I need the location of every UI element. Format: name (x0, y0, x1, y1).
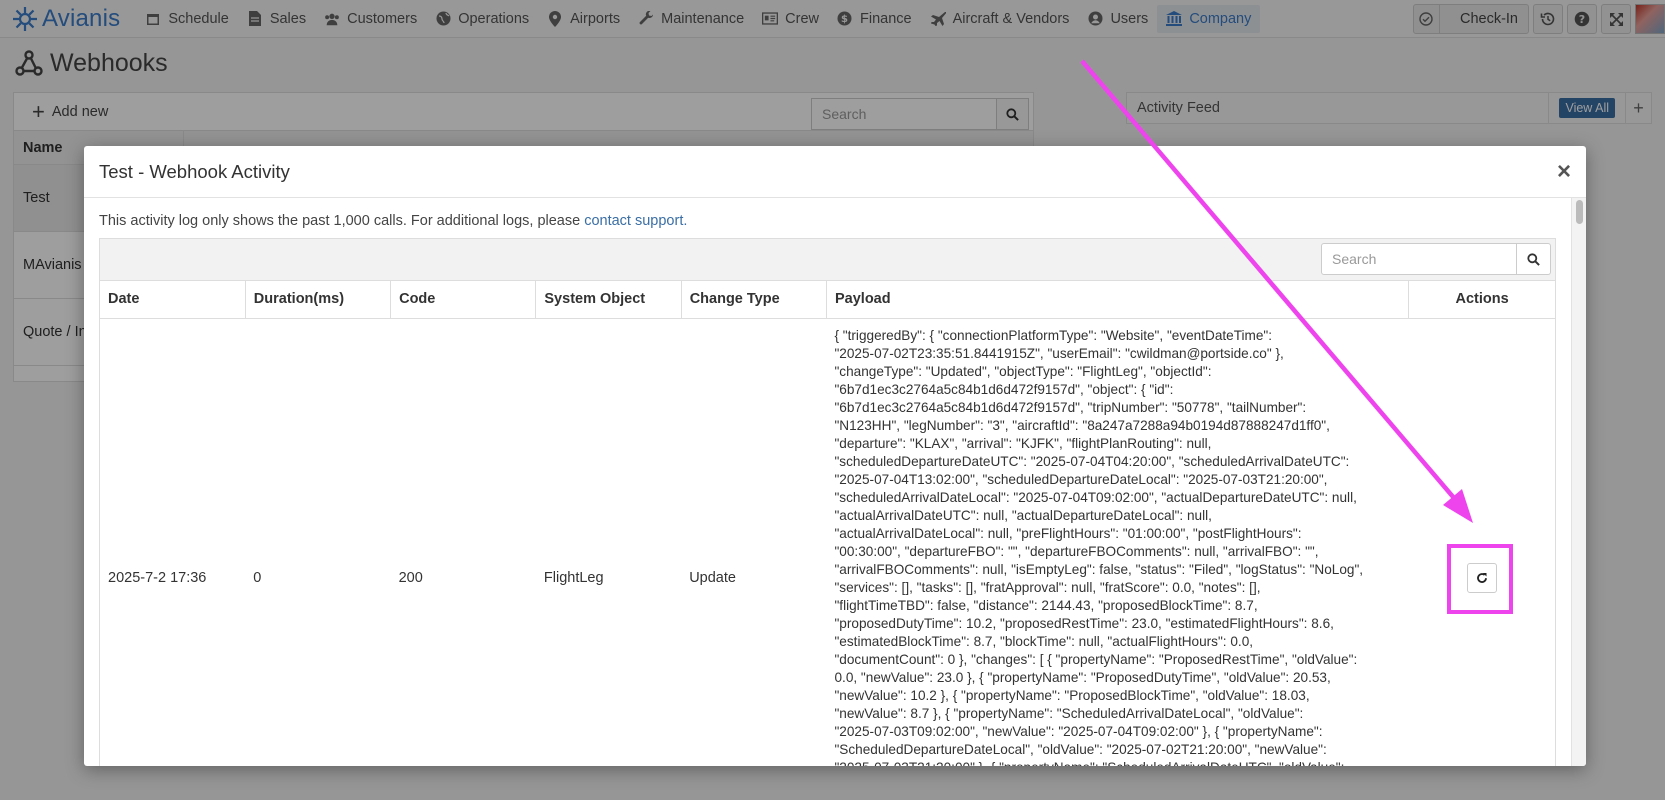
payload-line: "departure": "KLAX", "arrival": "KJFK", … (834, 435, 1212, 451)
payload-line: "2025-07-04T13:02:00", "scheduledDepartu… (834, 471, 1328, 487)
table-row: 2025-7-2 17:36 0 200 FlightLeg Update { … (100, 318, 1555, 766)
payload-line: "scheduledDepartureDateUTC": "2025-07-04… (834, 453, 1350, 469)
duration-column-header[interactable]: Duration(ms) (245, 281, 392, 319)
activity-search-button[interactable] (1517, 243, 1551, 275)
modal-header: Test - Webhook Activity × (84, 146, 1586, 198)
payload-line: "actualArrivalDateUTC": null, "actualDep… (834, 507, 1212, 523)
change-type-cell: Update (689, 570, 736, 587)
payload-line: "newValue": 10.2 }, { "propertyName": "P… (834, 687, 1310, 703)
payload-line: "scheduledArrivalDateLocal": "2025-07-04… (834, 489, 1357, 505)
duration-cell: 0 (253, 570, 262, 587)
payload-cell: { "triggeredBy": { "connectionPlatformTy… (826, 318, 1408, 767)
payload-line: "estimatedBlockTime": 8.7, "blockTime": … (834, 633, 1254, 649)
activity-grid: Search Date Duration(ms) Code System Obj… (99, 238, 1556, 766)
payload-line: "00:30:00", "departureFBO": "", "departu… (834, 543, 1319, 559)
payload-line: "documentCount": 0 }, "changes": [ { "pr… (834, 651, 1358, 667)
code-cell: 200 (398, 570, 423, 587)
code-column-header[interactable]: Code (390, 281, 537, 319)
payload-line: "newValue": 8.7 }, { "propertyName": "Sc… (834, 705, 1304, 721)
change-type-column-header[interactable]: Change Type (681, 281, 827, 319)
actions-column-header: Actions (1408, 281, 1555, 319)
date-cell: 2025-7-2 17:36 (108, 570, 207, 587)
payload-line: "6b7d1ec3c2764a5c84b1d6d472f9157d", "obj… (834, 381, 1174, 397)
payload-line: "arrivalFBOComments": null, "isEmptyLeg"… (834, 561, 1364, 577)
modal-title: Test - Webhook Activity (99, 160, 290, 182)
system-object-column-header[interactable]: System Object (535, 281, 682, 319)
payload-line: "2025-07-02T23:35:51.8441915Z", "userEma… (834, 345, 1284, 361)
payload-line: "2025-07-03T09:02:00", "newValue": "2025… (834, 723, 1323, 739)
system-object-cell: FlightLeg (543, 570, 604, 587)
payload-line: { "triggeredBy": { "connectionPlatformTy… (834, 327, 1273, 343)
activity-table: Date Duration(ms) Code System Object Cha… (100, 281, 1555, 766)
modal-body: This activity log only shows the past 1,… (84, 198, 1571, 766)
scrollbar-thumb[interactable] (1576, 200, 1583, 224)
webhook-activity-modal: Test - Webhook Activity × This activity … (84, 146, 1586, 766)
payload-line: "6b7d1ec3c2764a5c84b1d6d472f9157d", "tri… (834, 399, 1307, 415)
activity-search-input[interactable]: Search (1321, 243, 1517, 275)
activity-search: Search (1321, 243, 1551, 275)
contact-support-link[interactable]: contact support. (584, 213, 687, 229)
info-text: This activity log only shows the past 1,… (99, 213, 585, 229)
activity-table-header: Date Duration(ms) Code System Object Cha… (100, 281, 1555, 319)
modal-scrollbar[interactable] (1571, 198, 1586, 766)
payload-line: "N123HH", "legNumber": "3", "aircraftId"… (834, 417, 1330, 433)
payload-line: "proposedDutyTime": 10.2, "proposedRestT… (834, 615, 1334, 631)
payload-line: "2025-07-03T21:20:00" }, { "propertyName… (834, 759, 1400, 767)
payload-line: "actualArrivalDateLocal": null, "preFlig… (834, 525, 1302, 541)
actions-cell (1409, 318, 1555, 766)
activity-grid-toolbar: Search (100, 239, 1555, 281)
payload-line: "services": [], "tasks": [], "fratApprov… (834, 579, 1261, 595)
modal-close-button[interactable]: × (1557, 159, 1571, 184)
payload-column-header[interactable]: Payload (826, 281, 1410, 319)
activity-info-text: This activity log only shows the past 1,… (99, 213, 1556, 229)
payload-line: "changeType": "Updated", "objectType": "… (834, 363, 1212, 379)
payload-line: 0.0, "newValue": 23.0 }, { "propertyName… (834, 669, 1331, 685)
payload-line: "flightTimeTBD": false, "distance": 2144… (834, 597, 1258, 613)
search-icon (1527, 252, 1540, 266)
annotation-highlight-box (1447, 544, 1513, 614)
payload-line: "ScheduledDepartureDateLocal", "oldValue… (834, 741, 1327, 757)
date-column-header[interactable]: Date (100, 281, 246, 319)
